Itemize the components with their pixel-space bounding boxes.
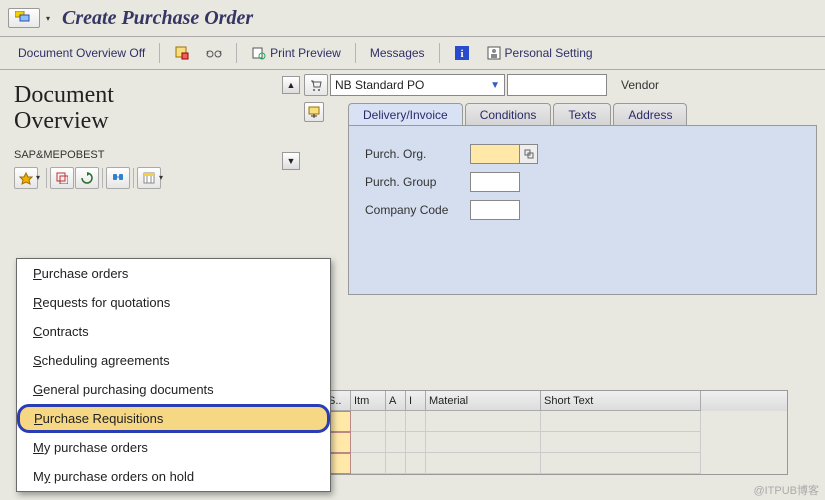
tab-texts[interactable]: Texts	[553, 103, 611, 125]
toolbar-label: Messages	[370, 46, 425, 60]
glasses-icon	[206, 45, 222, 61]
refresh-button[interactable]	[75, 167, 99, 189]
menu-item[interactable]: Requests for quotations	[17, 288, 330, 317]
doc-overview-title-line2: Overview	[14, 108, 109, 134]
create-button[interactable]	[168, 42, 196, 64]
grid-cell[interactable]	[406, 432, 426, 453]
grid-cell[interactable]	[541, 432, 701, 453]
tab-conditions[interactable]: Conditions	[465, 103, 552, 125]
po-number-field[interactable]	[507, 74, 607, 96]
doc-overview-title: Document Overview	[14, 82, 272, 135]
selection-variant-button[interactable]	[14, 167, 38, 189]
personal-setting-button[interactable]: Personal Setting	[480, 42, 599, 64]
grid-cell[interactable]	[386, 432, 406, 453]
toolbar-label: Print Preview	[270, 46, 341, 60]
menu-item[interactable]: Purchase orders	[17, 259, 330, 288]
grid-cell[interactable]	[406, 411, 426, 432]
grid-cell[interactable]	[386, 453, 406, 474]
adopt-button[interactable]	[50, 167, 74, 189]
menu-item[interactable]: Scheduling agreements	[17, 346, 330, 375]
purch-org-field[interactable]	[470, 144, 520, 164]
menu-item[interactable]: My purchase orders	[17, 433, 330, 462]
grid-header-i[interactable]: I	[406, 391, 426, 411]
toolbar-label: Personal Setting	[505, 46, 593, 60]
table-row[interactable]	[309, 432, 787, 453]
grid-cell[interactable]	[541, 453, 701, 474]
grid-cell[interactable]	[351, 411, 386, 432]
variant-label: SAP&MEPOBEST	[14, 149, 184, 161]
svg-text:i: i	[460, 48, 463, 60]
grid-cell[interactable]	[351, 432, 386, 453]
table-row[interactable]	[309, 453, 787, 474]
grid-header-a[interactable]: A	[386, 391, 406, 411]
company-code-label: Company Code	[365, 203, 470, 217]
table-row[interactable]	[309, 411, 787, 432]
grid-header-short-text[interactable]: Short Text	[541, 391, 701, 411]
purch-org-search-help[interactable]	[520, 144, 538, 164]
chevron-down-icon: ▼	[490, 80, 500, 91]
scroll-up-button[interactable]: ▲	[282, 76, 300, 94]
grid-cell[interactable]	[351, 453, 386, 474]
search-help-icon	[524, 149, 534, 159]
grid-cell[interactable]	[426, 453, 541, 474]
grid-header-itm[interactable]: Itm	[351, 391, 386, 411]
layout-dropdown[interactable]: ▾	[159, 173, 163, 182]
messages-button[interactable]: Messages	[364, 42, 431, 64]
doc-type-icon[interactable]	[304, 74, 328, 96]
purch-org-label: Purch. Org.	[365, 147, 470, 161]
purch-group-label: Purch. Group	[365, 175, 470, 189]
menu-item[interactable]: Contracts	[17, 317, 330, 346]
grid-cell[interactable]	[426, 432, 541, 453]
grid-cell[interactable]	[386, 411, 406, 432]
vendor-label: Vendor	[621, 78, 659, 92]
print-preview-button[interactable]: Print Preview	[245, 42, 347, 64]
personal-setting-icon	[486, 45, 502, 61]
purch-group-field[interactable]	[470, 172, 520, 192]
scroll-down-button[interactable]: ▼	[282, 152, 300, 170]
toolbar-label: Document Overview Off	[18, 46, 145, 60]
menu-item[interactable]: General purchasing documents	[17, 375, 330, 404]
create-icon	[174, 45, 190, 61]
expand-header-button[interactable]	[304, 102, 324, 122]
print-preview-icon	[251, 45, 267, 61]
doc-overview-toggle[interactable]: Document Overview Off	[12, 42, 151, 64]
grid-cell[interactable]	[541, 411, 701, 432]
info-icon: i	[454, 45, 470, 61]
grid-header-material[interactable]: Material	[426, 391, 541, 411]
watermark: @ITPUB博客	[753, 482, 819, 498]
doc-type-value: NB Standard PO	[335, 78, 424, 92]
doc-type-select[interactable]: NB Standard PO ▼	[330, 74, 505, 96]
tab-delivery-invoice[interactable]: Delivery/Invoice	[348, 103, 463, 125]
grid-cell[interactable]	[426, 411, 541, 432]
page-title: Create Purchase Order	[62, 7, 253, 30]
layout-button[interactable]	[137, 167, 161, 189]
selection-variant-menu: Purchase ordersRequests for quotationsCo…	[16, 258, 331, 492]
menu-item[interactable]: My purchase orders on hold	[17, 462, 330, 491]
doc-overview-title-line1: Document	[14, 82, 114, 108]
menu-item[interactable]: Purchase Requisitions	[17, 404, 330, 433]
selection-variant-dropdown[interactable]: ▾	[36, 173, 40, 182]
tab-address[interactable]: Address	[613, 103, 687, 125]
find-button[interactable]	[106, 167, 130, 189]
company-code-field[interactable]	[470, 200, 520, 220]
help-button[interactable]: i	[448, 42, 476, 64]
grid-cell[interactable]	[406, 453, 426, 474]
menu-icon[interactable]	[8, 8, 40, 28]
program-menu-dropdown[interactable]: ▾	[44, 12, 52, 25]
other-po-button[interactable]	[200, 42, 228, 64]
